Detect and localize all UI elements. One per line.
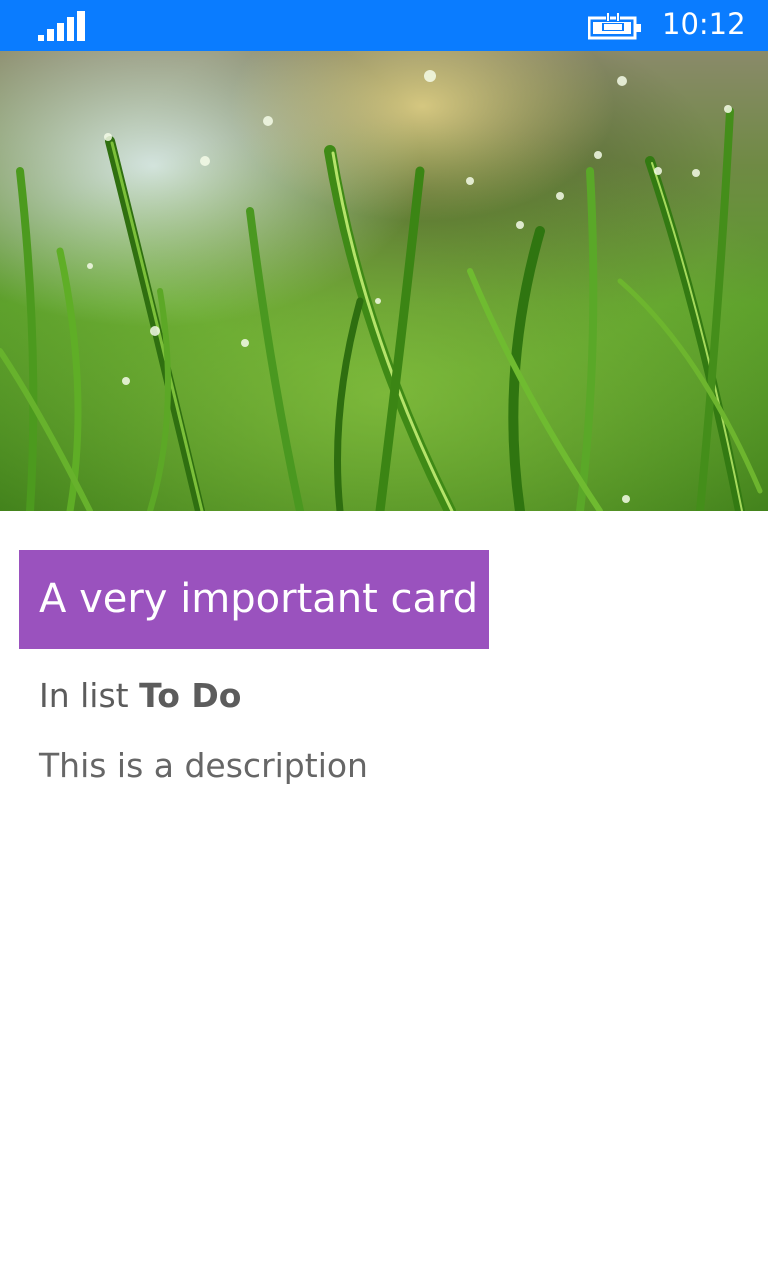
card-title[interactable]: A very important card: [19, 550, 489, 649]
clock: 10:12: [662, 7, 746, 41]
card-list-info: In list To Do: [39, 676, 241, 715]
signal-bars-icon: [38, 11, 85, 41]
list-prefix-label: In list: [39, 676, 129, 715]
card-description[interactable]: This is a description: [39, 746, 368, 785]
grass-image: [0, 51, 768, 511]
status-bar: 10:12: [0, 0, 768, 51]
battery-charging-icon: [588, 12, 641, 40]
list-name[interactable]: To Do: [139, 676, 241, 715]
hero-image: [0, 51, 768, 511]
